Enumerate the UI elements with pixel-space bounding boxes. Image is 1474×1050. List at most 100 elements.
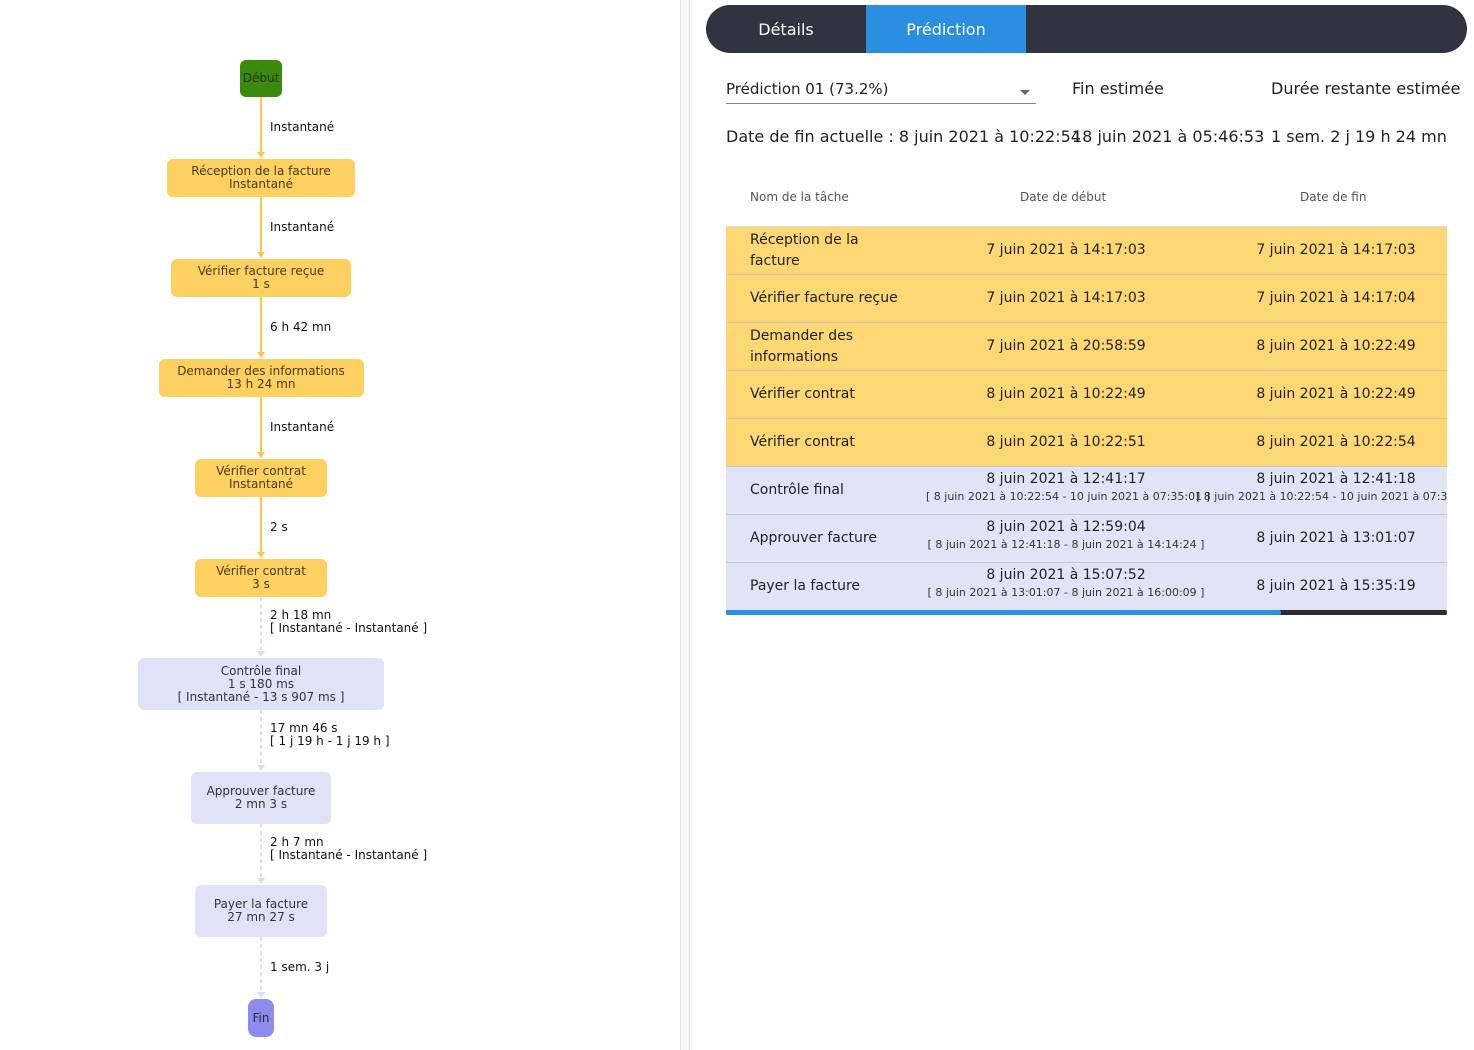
estimated-end-value: 18 juin 2021 à 05:46:53 xyxy=(1072,127,1265,146)
flow-edge-label-line: [ 1 j 19 h - 1 j 19 h ] xyxy=(270,734,390,748)
flow-edge-label-line: Instantané xyxy=(270,119,335,134)
tab-bar: Détails Prédiction xyxy=(706,5,1467,53)
flow-node-n6[interactable]: Contrôle final 1 s 180 ms[ Instantané - 1… xyxy=(138,658,384,710)
flow-edge-arrow xyxy=(257,765,265,771)
start-date-range: [ 8 juin 2021 à 10:22:54 - 10 juin 2021 … xyxy=(926,490,1210,503)
end-date-value: 8 juin 2021 à 10:22:49 xyxy=(1256,338,1416,354)
flow-node-n2[interactable]: Vérifier facture reçue 1 s xyxy=(171,259,351,297)
current-end-date: Date de fin actuelle : 8 juin 2021 à 10:… xyxy=(726,127,1081,146)
flow-edge-arrow xyxy=(257,352,265,358)
start-date: 8 juin 2021 à 12:41:17 [ 8 juin 2021 à 10… xyxy=(926,471,1210,503)
start-date-value: 8 juin 2021 à 12:41:17 xyxy=(986,471,1146,487)
tab-prediction[interactable]: Prédiction xyxy=(866,5,1026,53)
end-date: 7 juin 2021 à 14:17:03 xyxy=(1196,242,1447,258)
flow-edge-label-line: [ Instantané - Instantané ] xyxy=(270,847,428,862)
estimated-end-label: Fin estimée xyxy=(1072,79,1164,98)
flow-edge-label: 6 h 42 mn xyxy=(270,319,332,334)
table-body: Réception de la facture 7 juin 2021 à 14:… xyxy=(726,227,1447,611)
end-date-value: 8 juin 2021 à 13:01:07 xyxy=(1256,530,1416,546)
flow-edge-label: 1 sem. 3 j xyxy=(270,959,330,974)
flow-node-text: [ Instantané - 13 s 907 ms ] xyxy=(177,689,345,704)
flow-node-n7[interactable]: Approuver facture 2 mn 3 s xyxy=(191,772,331,824)
start-date: 8 juin 2021 à 10:22:49 xyxy=(926,386,1206,402)
flow-edge-label-line: 1 sem. 3 j xyxy=(270,959,330,974)
prediction-select-value: Prédiction 01 (73.2%) xyxy=(726,80,889,98)
end-date-value: 8 juin 2021 à 10:22:54 xyxy=(1256,434,1416,450)
end-date: 7 juin 2021 à 14:17:04 xyxy=(1196,290,1447,306)
flow-edge-label-line: 6 h 42 mn xyxy=(270,319,332,334)
column-header-task[interactable]: Nom de la tâche xyxy=(750,190,849,204)
flow-edge-label-line: 2 h 18 mn xyxy=(270,607,332,622)
end-date: 8 juin 2021 à 12:41:18 [ 8 juin 2021 à 10… xyxy=(1196,471,1447,503)
flow-edge-label-line: Instantané xyxy=(270,219,335,234)
table-row[interactable]: Demander des informations 7 juin 2021 à 2… xyxy=(726,323,1447,371)
start-date: 7 juin 2021 à 14:17:03 xyxy=(926,242,1206,258)
task-name: Approuver facture xyxy=(750,530,877,546)
flow-edge-arrow xyxy=(257,452,265,458)
table-row[interactable]: Vérifier contrat 8 juin 2021 à 10:22:51 8 … xyxy=(726,419,1447,467)
flow-node-text: 2 mn 3 s xyxy=(234,797,288,811)
flow-edge-label: 2 s xyxy=(270,519,288,534)
start-date: 7 juin 2021 à 20:58:59 xyxy=(926,338,1206,354)
flow-edge-label-line: 2 s xyxy=(270,519,288,534)
start-date-value: 7 juin 2021 à 20:58:59 xyxy=(986,338,1146,354)
flow-node-text: 1 s xyxy=(252,277,270,291)
task-name: Vérifier contrat xyxy=(750,434,855,450)
flow-edge-label: Instantané xyxy=(270,219,335,234)
task-name: Demander des informations xyxy=(750,328,853,365)
process-flow-diagram: Début Réception de la facture Instantané Vé… xyxy=(0,0,680,1050)
flow-edge-label-line: 2 h 7 mn xyxy=(270,834,324,849)
remaining-duration-value: 1 sem. 2 j 19 h 24 mn xyxy=(1271,127,1447,146)
flow-node-start[interactable]: Début xyxy=(240,60,282,97)
flow-edge-label-line: Instantané xyxy=(270,419,335,434)
prediction-select[interactable]: Prédiction 01 (73.2%) xyxy=(726,80,1036,104)
task-name: Payer la facture xyxy=(750,578,861,594)
end-date: 8 juin 2021 à 15:35:19 xyxy=(1196,578,1447,594)
flow-edge-label-line: [ Instantané - Instantané ] xyxy=(270,620,428,635)
start-date-value: 8 juin 2021 à 15:07:52 xyxy=(986,567,1146,583)
task-name: Vérifier contrat xyxy=(750,386,855,402)
start-date-value: 8 juin 2021 à 10:22:51 xyxy=(986,434,1146,450)
table-header: Nom de la tâche Date de début Date de fi… xyxy=(726,172,1447,227)
start-date-value: 7 juin 2021 à 14:17:03 xyxy=(986,290,1146,306)
scrollbar-thumb[interactable] xyxy=(726,610,1282,615)
flow-node-text: 13 h 24 mn xyxy=(226,377,296,391)
task-name: Vérifier facture reçue xyxy=(750,290,898,306)
flow-edge-arrow xyxy=(257,552,265,558)
table-row[interactable]: Approuver facture 8 juin 2021 à 12:59:04 [… xyxy=(726,515,1447,563)
horizontal-scrollbar[interactable] xyxy=(726,610,1447,615)
flow-edge-label: 2 h 7 mn[ Instantané - Instantané ] xyxy=(270,834,428,862)
end-date-range: [ 8 juin 2021 à 10:22:54 - 10 juin 2021 … xyxy=(1196,490,1447,503)
flow-node-text: Instantané xyxy=(228,177,294,191)
flow-node-end[interactable]: Fin xyxy=(248,999,274,1037)
table-row[interactable]: Payer la facture 8 juin 2021 à 15:07:52 [ … xyxy=(726,563,1447,611)
flow-edges xyxy=(257,97,265,998)
flow-node-n4[interactable]: Vérifier contrat Instantané xyxy=(195,459,327,497)
start-date-range: [ 8 juin 2021 à 12:41:18 - 8 juin 2021 à… xyxy=(927,538,1205,551)
tab-details[interactable]: Détails xyxy=(706,5,866,53)
table-row[interactable]: Contrôle final 8 juin 2021 à 12:41:17 [ 8 … xyxy=(726,467,1447,515)
flow-node-n3[interactable]: Demander des informations 13 h 24 mn xyxy=(158,359,364,397)
flow-node-n8[interactable]: Payer la facture 27 mn 27 s xyxy=(195,885,327,937)
flow-node-n5[interactable]: Vérifier contrat 3 s xyxy=(195,559,327,597)
end-date: 8 juin 2021 à 10:22:49 xyxy=(1196,338,1447,354)
end-date-value: 8 juin 2021 à 15:35:19 xyxy=(1256,578,1416,594)
end-date: 8 juin 2021 à 10:22:49 xyxy=(1196,386,1447,402)
flow-node-n1[interactable]: Réception de la facture Instantané xyxy=(167,159,355,197)
table-row[interactable]: Vérifier facture reçue 7 juin 2021 à 14:1… xyxy=(726,275,1447,323)
table-row[interactable]: Réception de la facture 7 juin 2021 à 14:… xyxy=(726,227,1447,275)
start-date: 8 juin 2021 à 15:07:52 [ 8 juin 2021 à 13… xyxy=(926,567,1206,599)
flow-node-text: 27 mn 27 s xyxy=(227,910,295,924)
column-header-end[interactable]: Date de fin xyxy=(1300,190,1366,204)
column-header-start[interactable]: Date de début xyxy=(1020,190,1106,204)
end-date-value: 7 juin 2021 à 14:17:03 xyxy=(1256,242,1416,258)
flow-node-text: Fin xyxy=(252,1010,270,1025)
end-date-value: 8 juin 2021 à 10:22:49 xyxy=(1256,386,1416,402)
pane-divider[interactable] xyxy=(680,0,690,1050)
task-name: Contrôle final xyxy=(750,482,844,498)
table-row[interactable]: Vérifier contrat 8 juin 2021 à 10:22:49 8 … xyxy=(726,371,1447,419)
flow-node-text: Contrôle final xyxy=(220,663,302,678)
flow-edge-arrow xyxy=(257,152,265,158)
start-date: 7 juin 2021 à 14:17:03 xyxy=(926,290,1206,306)
start-date-value: 7 juin 2021 à 14:17:03 xyxy=(986,242,1146,258)
